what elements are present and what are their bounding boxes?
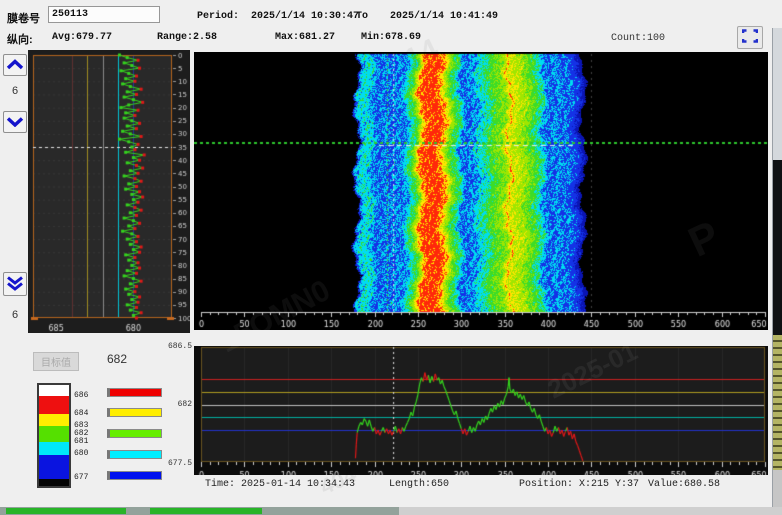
stat-range: Range:2.58 — [157, 32, 217, 43]
swatch-limit-683[interactable] — [107, 408, 162, 417]
period-label: Period: — [197, 11, 239, 22]
bottom-ymin-label: 677.5 — [158, 459, 192, 468]
status-position: Position: X:215 Y:37 — [519, 479, 639, 490]
thickness-heatmap[interactable] — [194, 52, 768, 330]
scroll-step-top: 6 — [3, 85, 27, 97]
target-value-button[interactable]: 目标值 — [33, 352, 79, 371]
transverse-profile-chart[interactable] — [194, 346, 768, 475]
swatch-limit-681[interactable] — [107, 450, 162, 459]
roll-number-input[interactable] — [48, 6, 160, 23]
stat-min: Min:678.69 — [361, 32, 421, 43]
thickness-colorbar — [37, 383, 71, 488]
colorbar-tick-label: 681 — [74, 437, 88, 446]
colorbar-segment — [39, 442, 69, 455]
period-start: 2025/1/14 10:30:47 — [251, 11, 359, 22]
double-chevron-down-icon — [6, 275, 24, 294]
stat-avg: Avg:679.77 — [52, 32, 112, 43]
target-value-label: 682 — [107, 352, 127, 366]
transverse-profile-panel — [194, 346, 768, 475]
roll-number-label: 膜卷号 — [7, 10, 40, 26]
bottom-ymax-label: 686.5 — [158, 342, 192, 351]
swatch-limit-680[interactable] — [107, 471, 162, 480]
colorbar-segment — [39, 385, 69, 396]
direction-label: 纵向: — [7, 31, 33, 47]
bottom-ymid-label: 682 — [158, 400, 192, 409]
colorbar-segment — [39, 396, 69, 414]
scroll-down-button[interactable] — [3, 111, 27, 133]
longitudinal-profile-panel — [28, 50, 190, 333]
background-window-strip — [772, 28, 782, 515]
taskbar-green-segment — [150, 508, 262, 514]
status-length: Length:650 — [389, 479, 449, 490]
stat-count: Count:100 — [611, 33, 665, 44]
chevron-down-icon — [6, 115, 24, 130]
scroll-step-bottom: 6 — [3, 309, 27, 321]
chevron-up-icon — [6, 58, 24, 73]
status-value: Value:680.58 — [648, 479, 720, 490]
colorbar-tick-label: 680 — [74, 449, 88, 458]
colorbar-segment — [39, 455, 69, 479]
longitudinal-profile-chart[interactable] — [28, 50, 190, 333]
period-end: 2025/1/14 10:41:49 — [390, 11, 498, 22]
thickness-heatmap-panel — [194, 52, 768, 330]
scroll-bottom-button[interactable] — [3, 272, 27, 296]
taskbar-green-segment — [6, 508, 126, 514]
fullscreen-button[interactable] — [737, 26, 763, 49]
colorbar-segment — [39, 414, 69, 426]
stat-max: Max:681.27 — [275, 32, 335, 43]
colorbar-tick-label: 686 — [74, 391, 88, 400]
scroll-up-button[interactable] — [3, 54, 27, 76]
colorbar-tick-label: 684 — [74, 409, 88, 418]
fullscreen-icon — [742, 29, 758, 46]
status-time: Time: 2025-01-14 10:34:43 — [205, 479, 355, 490]
swatch-limit-684[interactable] — [107, 388, 162, 397]
taskbar-strip — [0, 507, 782, 515]
colorbar-segment — [39, 426, 69, 442]
colorbar-tick-label: 677 — [74, 473, 88, 482]
period-to-label: To — [356, 11, 368, 22]
swatch-limit-682[interactable] — [107, 429, 162, 438]
colorbar-segment — [39, 479, 69, 486]
